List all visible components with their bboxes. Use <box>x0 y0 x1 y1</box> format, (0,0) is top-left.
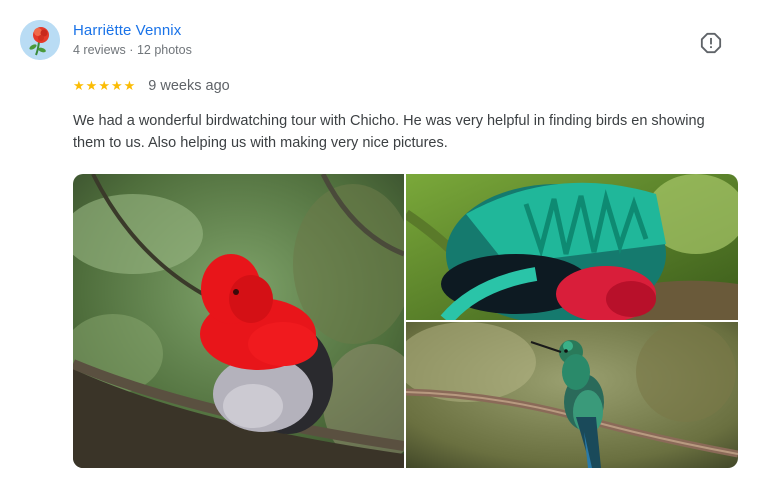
star-icon: ★ <box>85 78 98 93</box>
reviewer-meta: 4 reviews · 12 photos <box>73 43 192 57</box>
photo-count: 12 photos <box>136 43 192 57</box>
review-photo-2[interactable] <box>406 174 738 320</box>
star-rating: ★ ★ ★ ★ ★ <box>73 78 135 94</box>
photo-grid <box>73 174 738 468</box>
star-icon: ★ <box>98 78 110 93</box>
rose-icon <box>20 20 60 60</box>
review-text: We had a wonderful birdwatching tour wit… <box>73 113 705 151</box>
report-flag-icon[interactable] <box>700 32 722 54</box>
review-photo-3[interactable] <box>406 322 738 468</box>
rating-row: ★ ★ ★ ★ ★ 9 weeks ago <box>73 78 230 94</box>
meta-separator: · <box>129 43 134 57</box>
review-count: 4 reviews <box>73 43 126 57</box>
review-date: 9 weeks ago <box>148 78 230 94</box>
star-icon: ★ <box>123 78 136 93</box>
star-icon: ★ <box>73 78 85 93</box>
avatar[interactable] <box>20 20 60 60</box>
reviewer-name[interactable]: Harriëtte Vennix <box>73 22 181 39</box>
review-photo-1[interactable] <box>73 174 404 468</box>
star-icon: ★ <box>110 78 123 93</box>
